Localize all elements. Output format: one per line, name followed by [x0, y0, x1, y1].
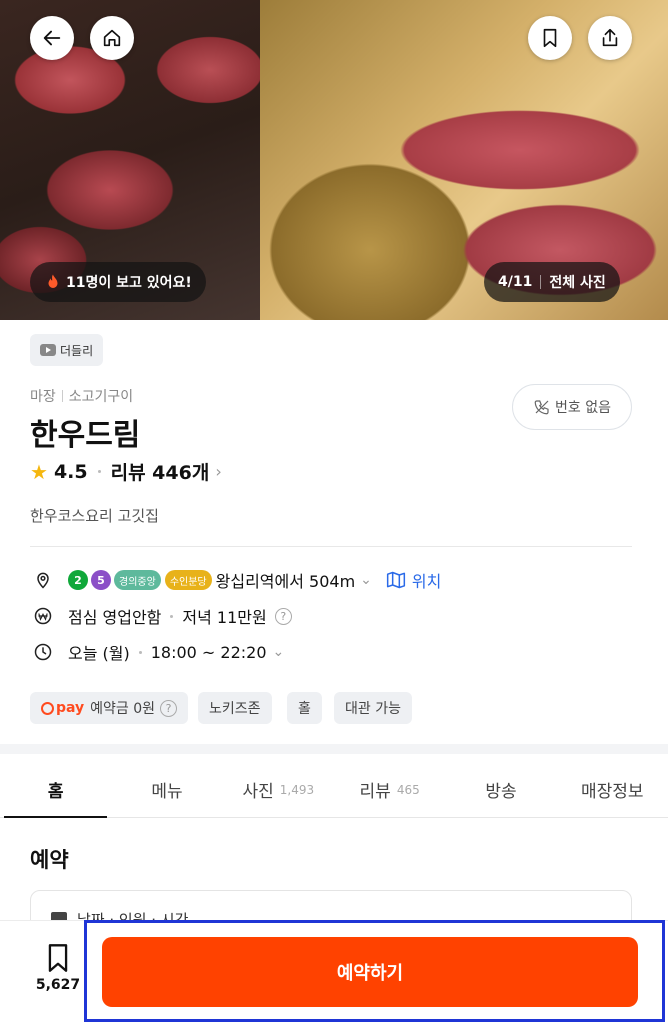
- tab-label: 사진: [242, 782, 274, 802]
- photo-counter-button[interactable]: 4/11 전체 사진: [484, 262, 620, 302]
- viewers-text: 11명이 보고 있어요!: [66, 275, 192, 291]
- category-secondary: 소고기구이: [68, 389, 134, 405]
- separator-dot: [97, 470, 101, 473]
- source-tag[interactable]: 더들리: [30, 334, 104, 366]
- tab-store-info[interactable]: 매장정보: [557, 762, 668, 817]
- star-icon: ★: [30, 459, 48, 484]
- feature-chip: 노키즈존: [198, 692, 272, 724]
- help-icon[interactable]: ?: [160, 699, 178, 717]
- deposit-chip[interactable]: pay 예약금 0원 ?: [30, 692, 189, 724]
- source-tag-label: 더들리: [60, 343, 94, 358]
- bookmark-icon: [48, 944, 68, 972]
- tab-home[interactable]: 홈: [0, 762, 111, 818]
- separator-dot: [170, 614, 174, 618]
- location-row[interactable]: 2 5 경의중앙 수인분당 왕십리역에서 504m ⌄ 위치: [32, 568, 441, 592]
- rating-value: 4.5: [53, 460, 88, 483]
- tab-broadcast[interactable]: 방송: [445, 762, 556, 817]
- tab-count: 1,493: [279, 782, 315, 797]
- youtube-icon: [40, 344, 56, 356]
- separator-dot: [138, 650, 142, 654]
- subway-line-badge: 2: [68, 570, 88, 590]
- bookmark-button[interactable]: [528, 16, 572, 60]
- back-button[interactable]: [30, 16, 74, 60]
- chevron-down-icon[interactable]: ⌄: [360, 572, 372, 588]
- live-viewers-badge: 11명이 보고 있어요!: [30, 262, 206, 302]
- phone-off-icon: [534, 400, 549, 415]
- tab-count: 465: [396, 782, 420, 797]
- location-link-label: 위치: [411, 572, 442, 591]
- tab-label: 리뷰: [359, 782, 391, 802]
- arrow-left-icon: [43, 30, 61, 46]
- pay-logo: pay: [41, 700, 84, 716]
- pay-icon: [41, 701, 54, 715]
- tab-menu[interactable]: 메뉴: [111, 762, 222, 817]
- home-button[interactable]: [90, 16, 134, 60]
- hours-range: 18:00 ~ 22:20: [150, 642, 267, 662]
- subway-line-tag: 수인분당: [164, 570, 212, 590]
- share-button[interactable]: [588, 16, 632, 60]
- divider: [540, 275, 542, 289]
- subway-line-badge: 5: [91, 570, 111, 590]
- pay-brand: pay: [56, 700, 85, 716]
- dinner-price: 저녁 11만원: [182, 608, 267, 627]
- category: 마장 소고기구이: [30, 386, 133, 406]
- review-count[interactable]: 리뷰 446개: [111, 458, 210, 485]
- share-icon: [602, 28, 618, 47]
- tab-label: 방송: [485, 782, 517, 802]
- tab-label: 홈: [47, 782, 64, 802]
- no-phone-label: 번호 없음: [555, 400, 611, 416]
- subway-line-tag: 경의중앙: [114, 570, 161, 590]
- bookmark-icon: [543, 28, 557, 48]
- photo-counter: 4/11: [498, 274, 533, 290]
- no-phone-button[interactable]: 번호 없음: [512, 384, 632, 430]
- hours-row[interactable]: 오늘 (월) 18:00 ~ 22:20 ⌄: [32, 640, 284, 664]
- tab-photos[interactable]: 사진 1,493: [223, 762, 334, 817]
- divider: [61, 390, 63, 402]
- fire-icon: [48, 274, 58, 288]
- tab-label: 매장정보: [581, 782, 644, 802]
- chevron-down-icon[interactable]: ⌄: [273, 644, 285, 660]
- price-row: 점심 영업안함 저녁 11만원 ?: [32, 604, 292, 628]
- deposit-text: 예약금 0원: [90, 701, 156, 717]
- chevron-right-icon: ›: [215, 462, 222, 481]
- feature-chip: 대관 가능: [334, 692, 412, 724]
- won-icon: [32, 605, 54, 627]
- all-photos-label: 전체 사진: [549, 275, 606, 291]
- hours-day: 오늘 (월): [68, 644, 130, 663]
- lunch-text: 점심 영업안함: [68, 608, 162, 627]
- map-pin-icon: [32, 569, 54, 591]
- location-link[interactable]: 위치: [386, 568, 441, 592]
- rating-row[interactable]: ★ 4.5 리뷰 446개 ›: [30, 458, 222, 485]
- save-count: 5,627: [35, 977, 81, 993]
- store-name: 한우드림: [30, 418, 141, 453]
- home-icon: [103, 29, 121, 47]
- tab-label: 메뉴: [151, 782, 183, 802]
- feature-chip: 홀: [287, 692, 322, 724]
- divider: [30, 546, 632, 547]
- photo-gallery[interactable]: 11명이 보고 있어요! 4/11 전체 사진: [0, 0, 668, 320]
- section-title: 예약: [30, 848, 69, 872]
- save-button[interactable]: 5,627: [28, 943, 88, 993]
- clock-icon: [32, 641, 54, 663]
- bottom-action-bar: 5,627 예약하기: [0, 920, 668, 1024]
- map-icon: [386, 571, 405, 589]
- store-description: 한우코스요리 고깃집: [30, 507, 159, 525]
- tab-bar: 홈 메뉴 사진 1,493 리뷰 465 방송 매장정보: [0, 762, 668, 818]
- section-divider: [0, 744, 668, 754]
- distance-text: 왕십리역에서 504m: [215, 572, 356, 591]
- reserve-button[interactable]: 예약하기: [102, 937, 638, 1007]
- tab-reviews[interactable]: 리뷰 465: [334, 762, 445, 817]
- category-primary: 마장: [30, 389, 56, 405]
- help-icon[interactable]: ?: [274, 607, 292, 625]
